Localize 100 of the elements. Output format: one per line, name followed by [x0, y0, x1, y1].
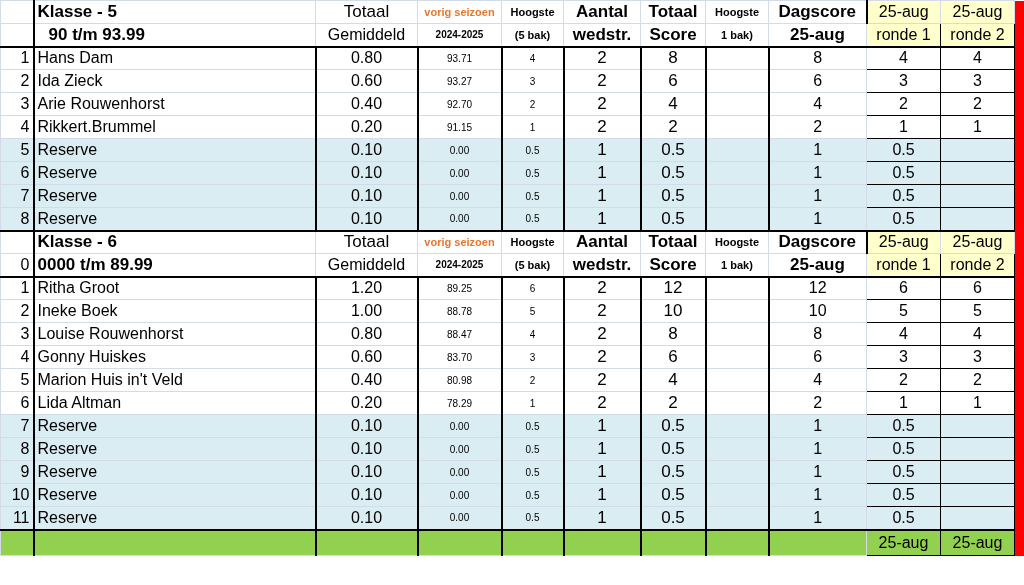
- table-cell: 2: [563, 69, 641, 93]
- player-name: Ida Zieck: [33, 69, 316, 93]
- column-header: Aantal: [563, 230, 641, 254]
- table-cell: 2: [563, 345, 641, 369]
- column-header: 25-aug: [866, 0, 941, 24]
- marker-cell: [1014, 529, 1024, 556]
- table-cell: 0.5: [501, 161, 564, 185]
- table-cell: 2: [768, 115, 867, 139]
- player-name: Reserve: [33, 184, 316, 208]
- table-cell: 0.00: [417, 184, 502, 208]
- row-number: 1: [0, 46, 34, 70]
- table-cell: 2: [563, 276, 641, 300]
- footer-cell: [501, 529, 564, 556]
- table-cell: 2: [563, 368, 641, 392]
- table-cell: 0.00: [417, 437, 502, 461]
- player-name: Reserve: [33, 483, 316, 507]
- table-cell: 3: [501, 345, 564, 369]
- player-name: Marion Huis in't Veld: [33, 368, 316, 392]
- table-cell: 0.00: [417, 161, 502, 185]
- table-cell: 8: [640, 322, 706, 346]
- table-cell: 0.5: [501, 483, 564, 507]
- table-cell: 88.78: [417, 299, 502, 323]
- section-title: Klasse - 6: [33, 230, 316, 254]
- player-name: Arie Rouwenhorst: [33, 92, 316, 116]
- table-cell: 0.60: [315, 345, 418, 369]
- table-cell: 0.5: [501, 414, 564, 438]
- player-name: Reserve: [33, 138, 316, 162]
- table-cell: 0.10: [315, 138, 418, 162]
- column-header: Dagscore: [768, 230, 867, 254]
- table-cell: 2: [563, 299, 641, 323]
- table-cell: 4: [768, 92, 867, 116]
- row-number: 7: [0, 184, 34, 208]
- table-cell: 1: [563, 184, 641, 208]
- column-header: Aantal: [563, 0, 641, 24]
- table-cell: 1: [563, 506, 641, 530]
- table-cell: 78.29: [417, 391, 502, 415]
- row-number: 6: [0, 391, 34, 415]
- table-cell: 12: [768, 276, 867, 300]
- table-cell: 1: [563, 483, 641, 507]
- table-cell: 0.5: [501, 437, 564, 461]
- row-number: 9: [0, 460, 34, 484]
- table-cell: 0.5: [640, 184, 706, 208]
- table-cell: 1: [768, 138, 867, 162]
- table-cell: 6: [640, 69, 706, 93]
- table-cell: 2: [563, 46, 641, 70]
- column-header: 25-aug: [940, 230, 1015, 254]
- table-cell: 0.5: [640, 414, 706, 438]
- column-header: Totaal: [640, 230, 706, 254]
- table-cell: 0.00: [417, 414, 502, 438]
- table-cell: 0.5: [640, 483, 706, 507]
- table-cell: 0.10: [315, 483, 418, 507]
- table-cell: 1: [563, 138, 641, 162]
- footer-cell: [705, 529, 769, 556]
- column-header: vorig seizoen: [417, 230, 502, 254]
- table-cell: 4: [501, 322, 564, 346]
- table-cell: 2: [563, 391, 641, 415]
- table-cell: 1.20: [315, 276, 418, 300]
- player-name: Reserve: [33, 161, 316, 185]
- table-cell: 8: [640, 46, 706, 70]
- table-cell: 0.5: [501, 460, 564, 484]
- table-cell: 0.00: [417, 483, 502, 507]
- player-name: Reserve: [33, 506, 316, 530]
- table-cell: 0.80: [315, 46, 418, 70]
- table-cell: 1: [768, 506, 867, 530]
- row-number: 2: [0, 69, 34, 93]
- table-cell: 6: [501, 276, 564, 300]
- table-cell: 10: [768, 299, 867, 323]
- table-cell: 0.00: [417, 460, 502, 484]
- player-name: Ineke Boek: [33, 299, 316, 323]
- table-cell: 10: [640, 299, 706, 323]
- table-cell: 1: [768, 483, 867, 507]
- table-cell: 80.98: [417, 368, 502, 392]
- player-name: Gonny Huiskes: [33, 345, 316, 369]
- row-number: 6: [0, 161, 34, 185]
- table-cell: 0.5: [640, 460, 706, 484]
- player-name: Lida Altman: [33, 391, 316, 415]
- table-cell: 0.5: [640, 138, 706, 162]
- column-header: 25-aug: [940, 0, 1015, 24]
- table-cell: 1: [501, 115, 564, 139]
- row-number: 4: [0, 345, 34, 369]
- table-cell: 0.10: [315, 207, 418, 231]
- section-title: Klasse - 5: [33, 0, 316, 24]
- footer-date: 25-aug: [940, 529, 1015, 556]
- table-cell: 0.00: [417, 506, 502, 530]
- footer-cell: [640, 529, 706, 556]
- player-name: Louise Rouwenhorst: [33, 322, 316, 346]
- table-cell: 0.10: [315, 506, 418, 530]
- table-cell: 4: [640, 92, 706, 116]
- row-number: 5: [0, 368, 34, 392]
- column-header: Hoogste: [705, 230, 769, 254]
- table-cell: 0.5: [501, 207, 564, 231]
- table-cell: 2: [768, 391, 867, 415]
- table-cell: 2: [640, 391, 706, 415]
- table-cell: 6: [640, 345, 706, 369]
- table-cell: 93.71: [417, 46, 502, 70]
- table-cell: 0.10: [315, 184, 418, 208]
- column-header: Hoogste: [501, 0, 564, 24]
- table-cell: 1: [768, 207, 867, 231]
- table-cell: 0.00: [417, 207, 502, 231]
- table-cell: 0.10: [315, 414, 418, 438]
